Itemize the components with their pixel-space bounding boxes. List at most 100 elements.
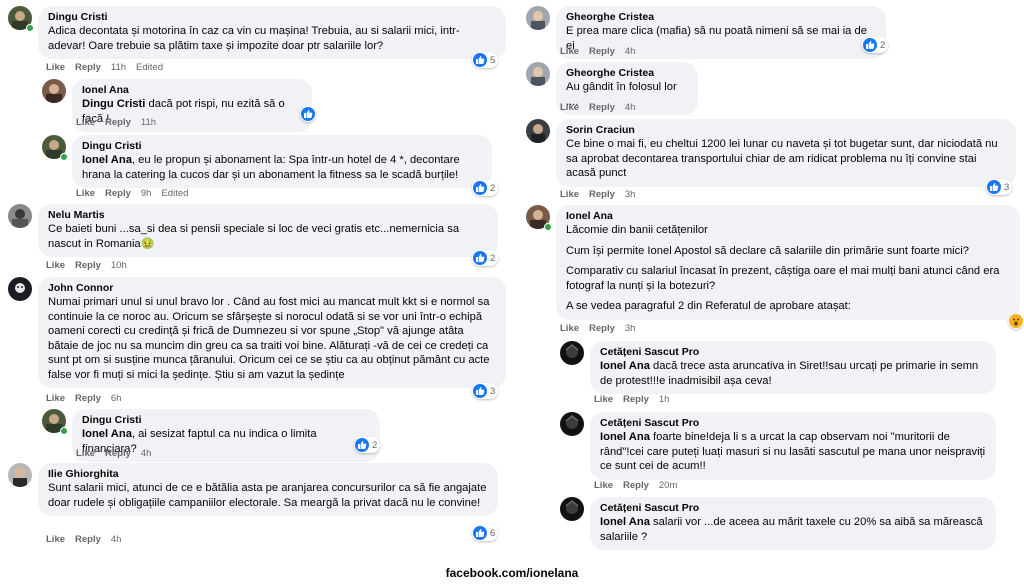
comment-time[interactable]: 4h (141, 448, 152, 459)
mention[interactable]: Dingu Cristi (82, 98, 145, 110)
reply-button[interactable]: Reply (75, 534, 101, 545)
reaction-count[interactable]: 2 (354, 437, 381, 453)
comment-body: foarte bine!deja li s a urcat la cap obs… (600, 431, 986, 472)
reply-button[interactable]: Reply (105, 188, 131, 199)
mention[interactable]: Ionel Ana (600, 431, 650, 443)
avatar[interactable] (560, 497, 584, 521)
like-button[interactable]: Like (46, 62, 65, 73)
mention[interactable]: Ionel Ana (82, 428, 132, 440)
comment-time[interactable]: 9h (141, 188, 152, 199)
avatar[interactable] (526, 119, 550, 143)
comment-time[interactable]: 3h (625, 323, 636, 334)
mention[interactable]: Ionel Ana (600, 360, 650, 372)
avatar[interactable] (8, 463, 32, 487)
comment-text: Ce baieti buni ...sa_si dea si pensii sp… (48, 223, 460, 250)
comment-actions: Like Reply 10h (46, 260, 137, 271)
avatar[interactable] (560, 412, 584, 436)
avatar[interactable] (42, 79, 66, 103)
comment-time[interactable]: 4h (625, 46, 636, 57)
comment-author[interactable]: Dingu Cristi (82, 414, 370, 427)
reply-button[interactable]: Reply (105, 117, 131, 128)
reaction-count[interactable]: 3 (472, 383, 499, 399)
avatar[interactable] (8, 277, 32, 301)
reply-button[interactable]: Reply (105, 448, 131, 459)
comment-bubble: Ilie Ghiorghita Sunt salarii mici, atunc… (38, 463, 498, 516)
paragraph: Lăcomie din banii cetățenilor (566, 224, 708, 236)
reply-button[interactable]: Reply (589, 102, 615, 113)
comment-author[interactable]: John Connor (48, 282, 496, 295)
paragraph: Comparativ cu salariul încasat în prezen… (566, 265, 1000, 292)
comment-actions: Like Reply 1h (594, 394, 679, 405)
reaction-count[interactable]: 2 (862, 37, 889, 53)
comment-author[interactable]: Ionel Ana (566, 210, 1010, 223)
avatar[interactable] (526, 62, 550, 86)
comment-author[interactable]: Dingu Cristi (48, 11, 496, 24)
paragraph: A se vedea paragraful 2 din Referatul de… (566, 300, 851, 312)
avatar[interactable] (8, 204, 32, 228)
like-button[interactable]: Like (76, 448, 95, 459)
comment-time[interactable]: 10h (111, 260, 127, 271)
comment-author[interactable]: Sorin Craciun (566, 124, 1006, 137)
mention[interactable]: Ionel Ana (82, 154, 132, 166)
comment-author[interactable]: Ilie Ghiorghita (48, 468, 488, 481)
reaction-count[interactable]: 2 (472, 180, 499, 196)
comment-actions: Like Reply 9h Edited (76, 188, 198, 199)
reaction-count[interactable] (300, 106, 316, 122)
reaction-number: 3 (1004, 181, 1010, 193)
avatar[interactable] (560, 341, 584, 365)
like-button[interactable]: Like (560, 189, 579, 200)
like-button[interactable]: Like (594, 480, 613, 491)
reply-button[interactable]: Reply (75, 260, 101, 271)
comment-author[interactable]: Ionel Ana (82, 84, 302, 97)
reply-button[interactable]: Reply (589, 189, 615, 200)
like-icon (987, 180, 1001, 194)
reaction-count[interactable]: 2 (472, 250, 499, 266)
like-button[interactable]: Like (560, 323, 579, 334)
reaction-number: 5 (490, 54, 496, 66)
comment-author[interactable]: Gheorghe Cristea (566, 11, 876, 24)
reply-button[interactable]: Reply (75, 393, 101, 404)
like-button[interactable]: Like (594, 394, 613, 405)
reply-button[interactable]: Reply (75, 62, 101, 73)
comment-text: Numai primari unul si unul bravo lor . C… (48, 296, 490, 381)
comment-time[interactable]: 3h (625, 189, 636, 200)
comment-author[interactable]: Cetățeni Sascut Pro (600, 417, 986, 430)
comment-text: Sunt salarii mici, atunci de ce e bătăli… (48, 482, 487, 509)
comment-actions: Like Reply 3h (560, 189, 645, 200)
comment-time[interactable]: 11h (111, 62, 126, 73)
reaction-count[interactable]: 6 (472, 525, 499, 541)
comment-time[interactable]: 20m (659, 480, 677, 491)
comment-time[interactable]: 11h (141, 117, 156, 128)
reply-button[interactable]: Reply (623, 480, 649, 491)
avatar[interactable] (526, 6, 550, 30)
comment-author[interactable]: Cetățeni Sascut Pro (600, 502, 986, 515)
comment-author[interactable]: Nelu Martis (48, 209, 488, 222)
reply-button[interactable]: Reply (589, 46, 615, 57)
reply-button[interactable]: Reply (623, 394, 649, 405)
comment-time[interactable]: 6h (111, 393, 122, 404)
reaction-number: 6 (490, 527, 496, 539)
reply-button[interactable]: Reply (589, 323, 615, 334)
reaction-count[interactable]: 5 (472, 52, 499, 68)
comment-time[interactable]: 4h (111, 534, 122, 545)
like-button[interactable]: Like (76, 188, 95, 199)
comment-text: Ce bine o mai fi, eu cheltui 1200 lei lu… (566, 138, 998, 179)
right-column: Gheorghe Cristea E prea mare clica (mafi… (512, 0, 1024, 560)
like-button[interactable]: Like (76, 117, 95, 128)
like-button[interactable]: Like (560, 46, 579, 57)
reaction-number: 2 (880, 39, 886, 51)
mention[interactable]: Ionel Ana (600, 516, 650, 528)
comment-author[interactable]: Dingu Cristi (82, 140, 482, 153)
like-button[interactable]: Like (46, 534, 65, 545)
comment-time[interactable]: 1h (659, 394, 670, 405)
comment-author[interactable]: Gheorghe Cristea (566, 67, 688, 80)
online-indicator (60, 427, 68, 435)
paragraph: Cum își permite Ionel Apostol să declare… (566, 244, 969, 257)
like-button[interactable]: Like (46, 393, 65, 404)
reaction-count[interactable]: 3 (986, 179, 1013, 195)
comment-time[interactable]: 4h (625, 102, 636, 113)
like-button[interactable]: Like (560, 102, 579, 113)
like-button[interactable]: Like (46, 260, 65, 271)
reaction-count[interactable] (1008, 313, 1024, 329)
comment-author[interactable]: Cetățeni Sascut Pro (600, 346, 986, 359)
